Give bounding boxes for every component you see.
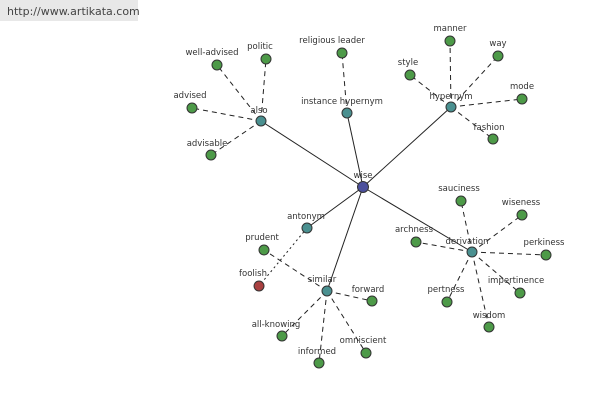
node-label-prudent[interactable]: prudent (245, 233, 279, 243)
node-way[interactable] (492, 50, 504, 62)
node-label-fashion[interactable]: fashion (474, 123, 505, 133)
node-label-impertinence[interactable]: impertinence (488, 276, 544, 286)
node-label-instance-hypernym[interactable]: instance hypernym (301, 97, 383, 107)
node-label-omniscient[interactable]: omniscient (340, 336, 387, 346)
edge-wise-to-also (260, 120, 364, 188)
edge-derivation-to-perkiness (471, 251, 547, 256)
node-religious-leader[interactable] (336, 47, 348, 59)
node-label-pertness[interactable]: pertness (428, 285, 465, 295)
node-label-archness[interactable]: archness (395, 225, 434, 235)
node-label-antonym[interactable]: antonym (287, 212, 325, 222)
node-label-foolish[interactable]: foolish (239, 269, 267, 279)
node-politic[interactable] (260, 53, 272, 65)
node-also[interactable] (255, 115, 267, 127)
node-derivation[interactable] (466, 246, 478, 258)
node-sauciness[interactable] (455, 195, 467, 207)
node-label-wiseness[interactable]: wiseness (502, 198, 541, 208)
node-label-perkiness[interactable]: perkiness (524, 238, 565, 248)
node-instance-hypernym[interactable] (341, 107, 353, 119)
node-similar[interactable] (321, 285, 333, 297)
node-archness[interactable] (410, 236, 422, 248)
node-informed[interactable] (313, 357, 325, 369)
node-mode[interactable] (516, 93, 528, 105)
node-well-advised[interactable] (211, 59, 223, 71)
node-label-also[interactable]: also (250, 106, 267, 116)
node-label-politic[interactable]: politic (247, 42, 273, 52)
node-advised[interactable] (186, 102, 198, 114)
node-hypernym[interactable] (445, 101, 457, 113)
node-label-sauciness[interactable]: sauciness (438, 184, 480, 194)
node-label-forward[interactable]: forward (352, 285, 385, 295)
node-forward[interactable] (366, 295, 378, 307)
node-foolish[interactable] (253, 280, 265, 292)
node-label-advised[interactable]: advised (173, 91, 206, 101)
node-antonym[interactable] (301, 222, 313, 234)
node-label-style[interactable]: style (398, 58, 418, 68)
node-label-manner[interactable]: manner (434, 24, 467, 34)
edge-hypernym-to-style (409, 74, 452, 108)
node-perkiness[interactable] (540, 249, 552, 261)
node-label-advisable[interactable]: advisable (187, 139, 228, 149)
node-all-knowing[interactable] (276, 330, 288, 342)
node-label-derivation[interactable]: derivation (445, 237, 488, 247)
node-omniscient[interactable] (360, 347, 372, 359)
node-label-wisdom[interactable]: wisdom (473, 311, 506, 321)
node-label-hypernym[interactable]: hypernym (429, 92, 472, 102)
node-wisdom[interactable] (483, 321, 495, 333)
node-label-well-advised[interactable]: well-advised (185, 48, 238, 58)
word-relation-graph: wise also instance hypernym hypernym antonym… (173, 24, 565, 369)
node-label-mode[interactable]: mode (510, 82, 534, 92)
node-label-wise[interactable]: wise (354, 171, 373, 181)
node-wiseness[interactable] (516, 209, 528, 221)
node-prudent[interactable] (258, 244, 270, 256)
node-impertinence[interactable] (514, 287, 526, 299)
node-wise[interactable] (357, 181, 369, 193)
node-label-all-knowing[interactable]: all-knowing (252, 320, 301, 330)
node-label-informed[interactable]: informed (298, 347, 336, 357)
node-manner[interactable] (444, 35, 456, 47)
edge-also-to-advisable (210, 120, 262, 156)
node-pertness[interactable] (441, 296, 453, 308)
node-fashion[interactable] (487, 133, 499, 145)
node-advisable[interactable] (205, 149, 217, 161)
node-label-religious-leader[interactable]: religious leader (299, 36, 365, 46)
node-label-similar[interactable]: similar (308, 275, 337, 285)
node-label-way[interactable]: way (489, 39, 506, 49)
node-style[interactable] (404, 69, 416, 81)
edge-derivation-to-impertinence (471, 251, 521, 294)
edge-wise-to-hypernym (362, 106, 452, 188)
